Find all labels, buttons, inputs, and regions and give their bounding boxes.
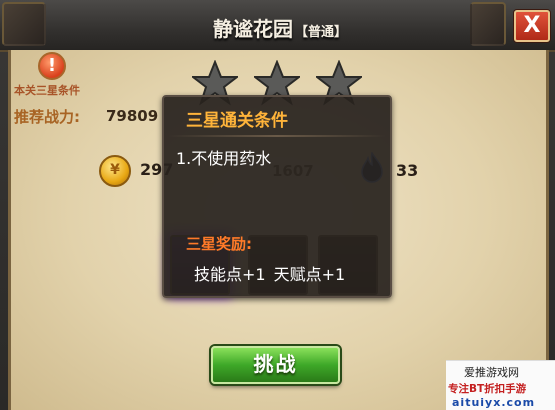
tooltip-reward-list: 技能点+1 天赋点+1 [194, 261, 345, 285]
challenge-button[interactable]: 挑战 [211, 346, 340, 384]
tooltip-condition: 1.不使用药水 [176, 149, 272, 168]
watermark-site-name: 爱推游戏网 [464, 366, 519, 379]
three-star-condition-label[interactable]: 本关三星条件 [14, 82, 124, 97]
recommended-power-label: 推荐战力: [14, 108, 80, 126]
exclamation-icon[interactable]: ! [38, 52, 66, 80]
corner-ornament [2, 2, 46, 46]
soul-reward-value: 33 [396, 161, 419, 180]
corner-ornament [470, 2, 506, 46]
watermark-slogan: 专注BT折扣手游 [448, 383, 527, 395]
recommended-power-value: 79809 [106, 107, 159, 125]
title-bar: 静谧花园 【普通】 X [0, 0, 555, 52]
close-icon: X [523, 13, 541, 38]
tooltip-title: 三星通关条件 [186, 111, 288, 131]
gold-coin-icon: ¥ [99, 155, 131, 187]
talent-point-reward: 天赋点+1 [273, 265, 346, 284]
close-button[interactable]: X [514, 10, 550, 42]
difficulty-label: 【普通】 [294, 25, 347, 40]
stage-name: 静谧花园 [212, 17, 293, 41]
watermark-url: aituiyx.com [452, 396, 536, 409]
three-star-tooltip: 三星通关条件 1.不使用药水 三星奖励: 技能点+1 天赋点+1 [162, 95, 392, 298]
stage-window: 静谧花园【普通】 X ! 本关三星条件 推荐战力: 79809 ¥ 297 16… [0, 0, 555, 410]
tooltip-reward-title: 三星奖励: [186, 235, 252, 253]
skill-point-reward: 技能点+1 [194, 265, 266, 284]
tooltip-divider [168, 135, 386, 137]
watermark: 爱推游戏网 专注BT折扣手游 aituiyx.com [446, 360, 555, 410]
stage-title: 静谧花园 【普通】 [180, 13, 380, 43]
